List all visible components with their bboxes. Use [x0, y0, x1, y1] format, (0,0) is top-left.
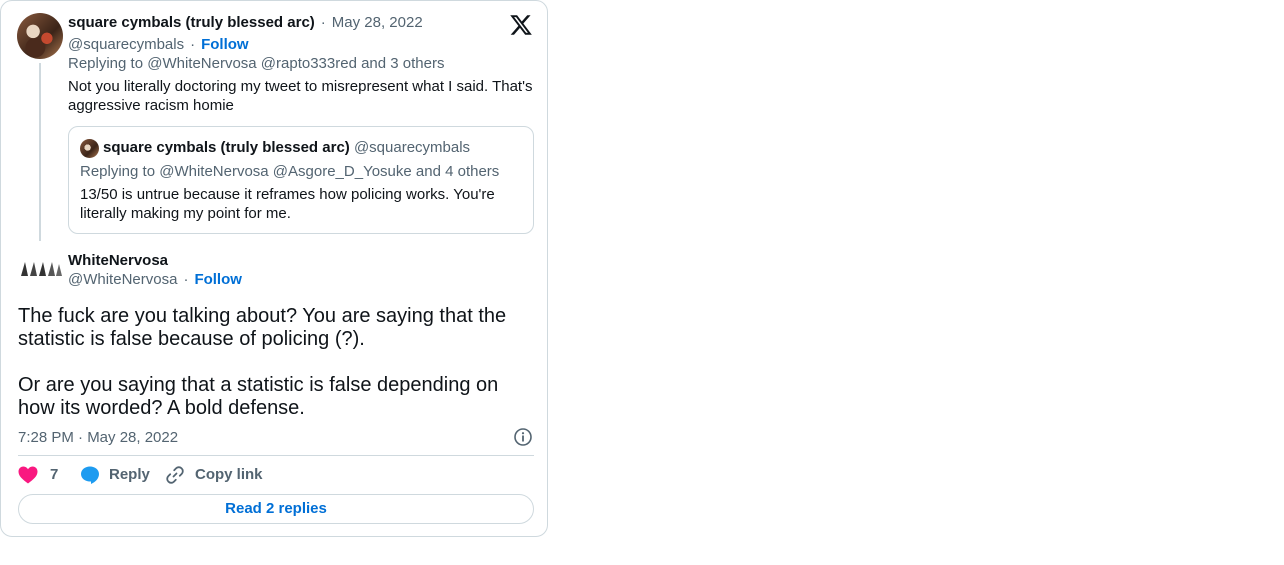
copy-link-label: Copy link — [195, 466, 263, 483]
tweet-timestamp[interactable]: 7:28 PM · May 28, 2022 — [18, 428, 178, 447]
copy-link-button[interactable]: Copy link — [165, 465, 263, 485]
divider — [18, 455, 534, 456]
author-handle[interactable]: @squarecymbals — [68, 36, 184, 53]
heart-icon — [18, 466, 38, 484]
author-handle: @squarecymbals — [353, 139, 471, 156]
tweet-body: The fuck are you talking about? You are … — [18, 305, 538, 420]
tweet-date[interactable]: May 28, 2022 — [332, 14, 423, 31]
parent-handle-row: @squarecymbals · Follow — [68, 35, 249, 54]
tweet-embed-card: square cymbals (truly blessed arc) · May 2… — [0, 0, 548, 537]
avatar — [80, 139, 99, 158]
follow-button[interactable]: Follow — [201, 36, 249, 53]
separator-dot: · — [320, 14, 326, 31]
author-name[interactable]: WhiteNervosa — [68, 251, 168, 270]
separator-dot: · — [183, 271, 189, 288]
speech-bubble-icon — [81, 466, 99, 484]
replying-to: Replying to @WhiteNervosa @Asgore_D_Yosu… — [80, 163, 500, 180]
main-handle-row: @WhiteNervosa · Follow — [68, 270, 242, 289]
read-replies-button[interactable]: Read 2 replies — [18, 494, 534, 524]
follow-button[interactable]: Follow — [194, 271, 242, 288]
quoted-tweet[interactable]: square cymbals (truly blessed arc) @squa… — [68, 126, 534, 234]
like-count: 7 — [50, 466, 59, 483]
x-logo-icon[interactable] — [509, 13, 533, 37]
tweet-paragraph: The fuck are you talking about? You are … — [18, 305, 507, 350]
tweet-paragraph: Or are you saying that a statistic is fa… — [18, 374, 499, 419]
separator-dot: · — [190, 36, 196, 53]
author-name: square cymbals (truly blessed arc) — [103, 139, 350, 156]
thread-connector — [39, 63, 41, 241]
avatar[interactable] — [19, 258, 63, 280]
like-button[interactable]: 7 — [18, 465, 58, 485]
reply-label: Reply — [109, 466, 150, 483]
parent-header: square cymbals (truly blessed arc) · May 2… — [68, 13, 423, 33]
avatar[interactable] — [17, 13, 63, 59]
quoted-header: square cymbals (truly blessed arc) @squa… — [103, 138, 470, 158]
author-handle[interactable]: @WhiteNervosa — [68, 271, 177, 288]
info-icon[interactable] — [513, 427, 533, 447]
link-icon — [166, 466, 184, 484]
tweet-text: Not you literally doctoring my tweet to … — [68, 78, 533, 114]
author-name[interactable]: square cymbals (truly blessed arc) — [68, 14, 315, 31]
replying-to[interactable]: Replying to @WhiteNervosa @rapto333red a… — [68, 54, 445, 73]
tweet-text: 13/50 is untrue because it reframes how … — [80, 186, 495, 222]
reply-button[interactable]: Reply — [80, 465, 150, 485]
